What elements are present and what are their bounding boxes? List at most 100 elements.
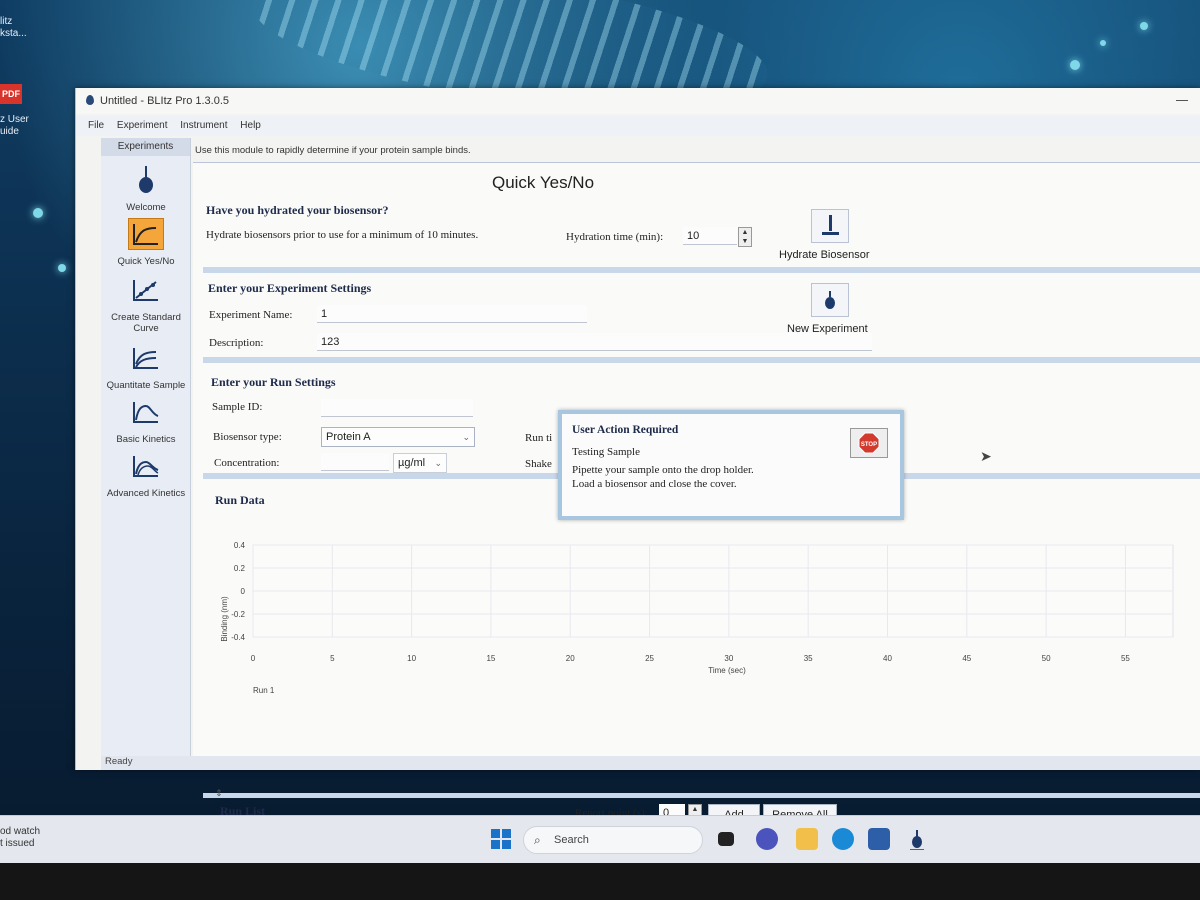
x-tick-label: 5 [330,654,335,663]
desktop-icon-label[interactable]: od watch t issued [0,826,40,850]
wallpaper-particle [1140,22,1148,30]
windows-start-icon[interactable] [490,828,512,850]
section-divider [203,267,1200,273]
hydrate-probe-icon [822,215,839,235]
experiment-name-input[interactable]: 1 [317,305,587,323]
x-tick-label: 50 [1042,654,1051,663]
sidebar-item-label: Quantitate Sample [106,380,186,391]
chevron-down-icon: ⌄ [462,432,470,442]
taskbar: ⌕ Search [0,815,1200,863]
new-experiment-label: New Experiment [787,323,868,335]
run-settings-heading: Enter your Run Settings [211,375,336,389]
basic-kinetics-icon [128,396,164,428]
chart-grid [252,544,1174,638]
store-icon[interactable] [868,828,890,850]
monitor-bezel [0,863,1200,900]
dialog-instruction-1: Pipette your sample onto the drop holder… [572,464,754,476]
stop-sign-icon: STOP [858,432,880,454]
file-explorer-icon[interactable] [796,828,818,850]
stop-label: STOP [861,442,877,448]
sidebar-item-label: Basic Kinetics [116,434,176,445]
hydration-time-stepper[interactable]: ▲ ▼ [738,227,752,247]
taskbar-search[interactable]: ⌕ Search [523,826,703,854]
user-action-dialog: User Action Required Testing Sample Pipe… [558,410,904,520]
biosensor-type-select[interactable]: Protein A ⌄ [321,427,475,447]
advanced-kinetics-icon [128,450,164,482]
dialog-title: User Action Required [572,424,679,436]
section-divider [203,793,1200,798]
y-tick-label: 0 [241,587,246,596]
chevron-down-icon: ⌄ [434,458,442,468]
hydrate-biosensor-button[interactable] [811,209,849,243]
x-tick-label: 30 [724,654,733,663]
experiment-settings-heading: Enter your Experiment Settings [208,281,372,295]
description-input[interactable]: 123 [317,333,872,351]
sidebar-item-label: Welcome [126,202,166,213]
biosensor-type-value: Protein A [326,431,371,443]
edge-browser-icon[interactable] [832,828,854,850]
quantitate-icon [128,342,164,374]
minimize-icon[interactable] [1176,100,1188,101]
hydration-time-input[interactable]: 10 [683,227,737,245]
status-bar: Ready [101,756,1200,770]
concentration-unit-value: µg/ml [398,457,426,469]
description-label: Description: [209,337,264,349]
menu-instrument[interactable]: Instrument [180,120,227,131]
x-axis-label: Time (sec) [708,666,746,675]
sidebar-item-quantitate-sample[interactable]: Quantitate Sample [101,342,191,391]
teams-chat-icon[interactable] [756,828,778,850]
module-description: Use this module to rapidly determine if … [195,145,471,156]
x-tick-label: 45 [962,654,971,663]
app-logo-icon [86,95,94,105]
new-experiment-button[interactable] [811,283,849,317]
dialog-status: Testing Sample [572,446,640,458]
sidebar-item-welcome[interactable]: Welcome [101,164,191,213]
shake-label: Shake [525,458,552,470]
desktop-icon-label[interactable]: z User uide [0,114,29,138]
sidebar-header[interactable]: Experiments [101,138,190,156]
hydration-heading: Have you hydrated your biosensor? [206,203,389,217]
sidebar-item-quick-yes-no[interactable]: Quick Yes/No [101,218,191,267]
sidebar-item-create-standard-curve[interactable]: Create Standard Curve [101,274,191,334]
splitter-handle-icon[interactable]: ⇕ [215,788,223,799]
new-experiment-drop-icon [825,291,835,309]
sample-id-input[interactable] [321,399,473,417]
pdf-file-icon[interactable]: PDF [0,84,22,104]
y-tick-label: 0.4 [234,541,246,550]
biosensor-type-label: Biosensor type: [213,431,282,443]
page-title: Quick Yes/No [491,173,595,192]
x-tick-label: 0 [251,654,256,663]
dialog-instruction-2: Load a biosensor and close the cover. [572,478,737,490]
hydration-instruction: Hydrate biosensors prior to use for a mi… [206,229,479,241]
y-tick-label: -0.2 [231,610,245,619]
menu-help[interactable]: Help [240,120,261,131]
sidebar-item-label: Create Standard Curve [111,312,181,334]
concentration-unit-select[interactable]: µg/ml ⌄ [393,453,447,473]
desktop-icon-label[interactable]: litz ksta... [0,16,27,40]
wallpaper-particle [58,264,66,272]
window-title: Untitled - BLItz Pro 1.3.0.5 [100,95,230,107]
blitz-app-icon[interactable] [906,828,928,850]
stop-button[interactable]: STOP [850,428,888,458]
x-tick-label: 25 [645,654,654,663]
menu-bar: File Experiment Instrument Help [76,116,1200,136]
y-axis-label: Binding (nm) [220,596,229,642]
concentration-input[interactable] [321,453,389,471]
x-tick-label: 20 [566,654,575,663]
title-bar: Untitled - BLItz Pro 1.3.0.5 [76,88,1200,114]
mouse-cursor-icon: ➤ [980,448,992,464]
experiment-name-label: Experiment Name: [209,309,293,321]
sidebar-item-label: Quick Yes/No [117,256,175,267]
menu-experiment[interactable]: Experiment [117,120,168,131]
binding-curve-icon [128,218,164,250]
menu-file[interactable]: File [88,120,104,131]
experiments-sidebar: Experiments Welcome Quick Yes/No Create … [101,138,191,756]
sidebar-item-basic-kinetics[interactable]: Basic Kinetics [101,396,191,445]
x-tick-label: 40 [883,654,892,663]
hydrate-biosensor-label: Hydrate Biosensor [779,249,870,261]
run-data-chart: 0 5 10 15 20 25 30 35 40 45 50 55 0.4 0.2 0 -0.2 -0.4 Bi… [220,541,1174,695]
standard-curve-icon [128,274,164,306]
sidebar-item-advanced-kinetics[interactable]: Advanced Kinetics [101,450,191,499]
wallpaper-particle [1100,40,1106,46]
task-view-icon[interactable] [718,832,734,846]
